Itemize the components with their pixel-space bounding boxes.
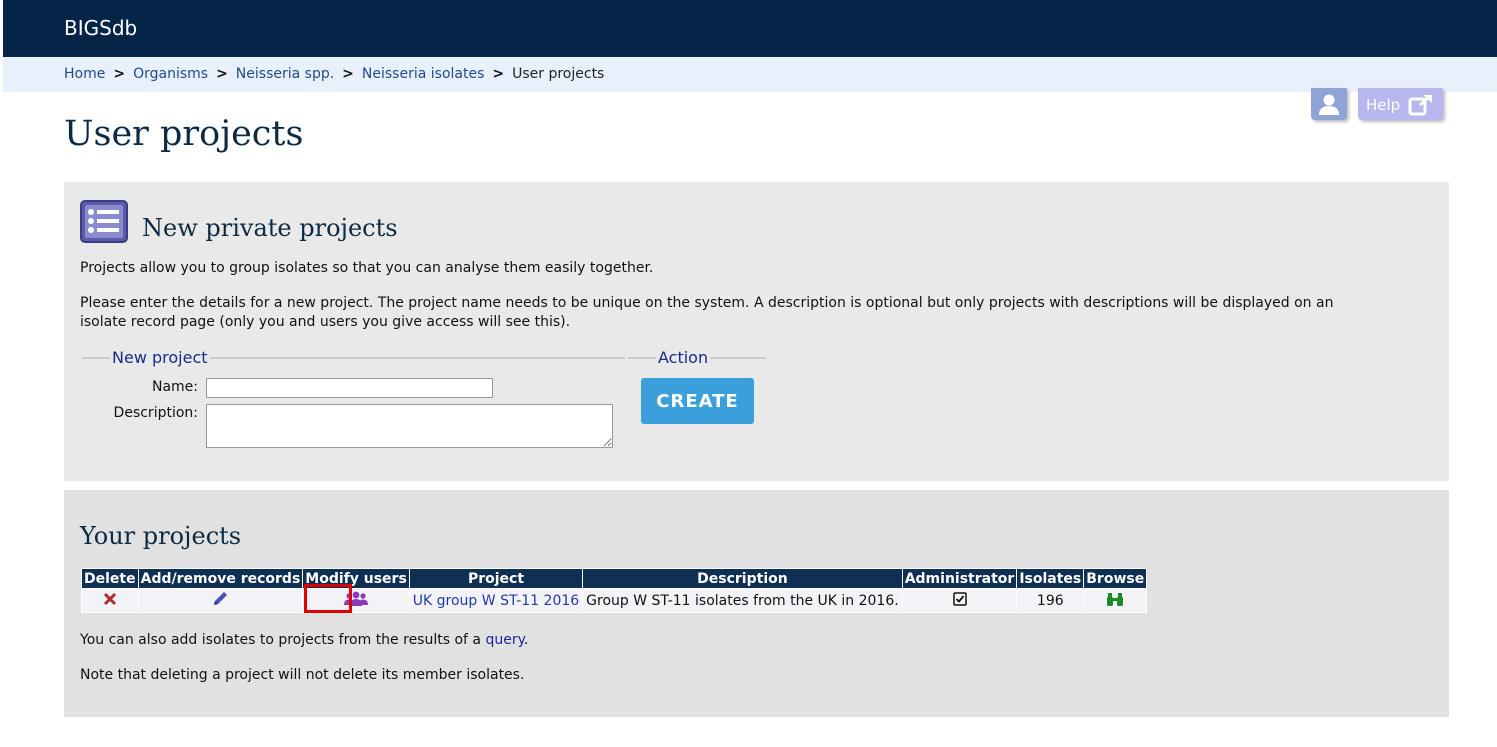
query-note: You can also add isolates to projects fr…	[80, 631, 528, 650]
your-projects-heading: Your projects	[80, 522, 242, 550]
delete-cell	[81, 588, 139, 613]
list-icon	[80, 200, 128, 243]
column-header-add-remove: Add/remove records	[137, 568, 304, 589]
binoculars-icon[interactable]	[1106, 591, 1124, 607]
column-header-administrator: Administrator	[901, 568, 1018, 589]
breadcrumb-neisseria-isolates[interactable]: Neisseria isolates	[362, 66, 484, 82]
project-description-input[interactable]	[206, 404, 613, 448]
user-icon	[1319, 94, 1339, 115]
help-label: Help	[1366, 96, 1401, 114]
column-header-delete: Delete	[81, 568, 139, 589]
table-header-row: Delete Add/remove records Modify users P…	[81, 568, 1148, 589]
breadcrumb-neisseria-spp[interactable]: Neisseria spp.	[236, 66, 334, 82]
breadcrumb-organisms[interactable]: Organisms	[133, 66, 208, 82]
breadcrumb: Home > Organisms > Neisseria spp. > Neisseria …	[3, 57, 1497, 92]
new-projects-heading: New private projects	[142, 214, 398, 242]
projects-instructions-text: Please enter the details for a new proje…	[80, 295, 1334, 330]
highlight-box	[304, 584, 352, 613]
create-button[interactable]: CREATE	[641, 378, 754, 424]
user-account-button[interactable]	[1311, 88, 1347, 120]
browse-cell	[1083, 588, 1148, 613]
query-note-suffix: .	[523, 632, 529, 648]
description-label: Description:	[113, 405, 198, 421]
checked-box-icon	[952, 591, 967, 606]
delete-icon[interactable]	[103, 592, 117, 606]
project-description-cell: Group W ST-11 isolates from the UK in 20…	[582, 588, 903, 613]
breadcrumb-separator: >	[216, 66, 228, 82]
add-remove-cell	[137, 588, 304, 613]
project-link[interactable]: UK group W ST-11 2016	[413, 593, 579, 609]
name-label: Name:	[151, 379, 198, 395]
external-link-icon	[1408, 94, 1432, 116]
projects-table: Delete Add/remove records Modify users P…	[81, 568, 1148, 613]
query-note-prefix: You can also add isolates to projects fr…	[80, 632, 486, 648]
project-name-cell: UK group W ST-11 2016	[408, 588, 584, 613]
app-brand[interactable]: BIGSdb	[64, 16, 137, 40]
your-projects-panel: Your projects Delete Add/remove records …	[64, 490, 1449, 717]
table-row: UK group W ST-11 2016 Group W ST-11 isol…	[81, 588, 1148, 613]
column-header-project: Project	[408, 568, 584, 589]
breadcrumb-current: User projects	[512, 66, 605, 82]
projects-intro-text: Projects allow you to group isolates so …	[80, 260, 654, 276]
column-header-browse: Browse	[1083, 568, 1148, 589]
isolates-count-cell: 196	[1016, 588, 1085, 613]
administrator-cell	[901, 588, 1018, 613]
query-link[interactable]: query	[485, 632, 523, 648]
action-legend: Action	[658, 348, 709, 367]
page-title: User projects	[64, 114, 304, 154]
column-header-description: Description	[582, 568, 903, 589]
breadcrumb-separator: >	[492, 66, 505, 82]
top-header: BIGSdb	[3, 0, 1497, 57]
breadcrumb-separator: >	[342, 66, 354, 82]
help-button[interactable]: Help	[1358, 88, 1443, 120]
project-name-input[interactable]	[206, 378, 493, 398]
column-header-isolates: Isolates	[1016, 568, 1085, 589]
breadcrumb-separator: >	[113, 66, 126, 82]
pencil-icon[interactable]	[211, 590, 229, 608]
new-project-legend: New project	[112, 348, 208, 367]
breadcrumb-home[interactable]: Home	[64, 66, 105, 82]
new-projects-panel: New private projects Projects allow you …	[64, 182, 1449, 481]
delete-note: Note that deleting a project will not de…	[80, 667, 525, 683]
